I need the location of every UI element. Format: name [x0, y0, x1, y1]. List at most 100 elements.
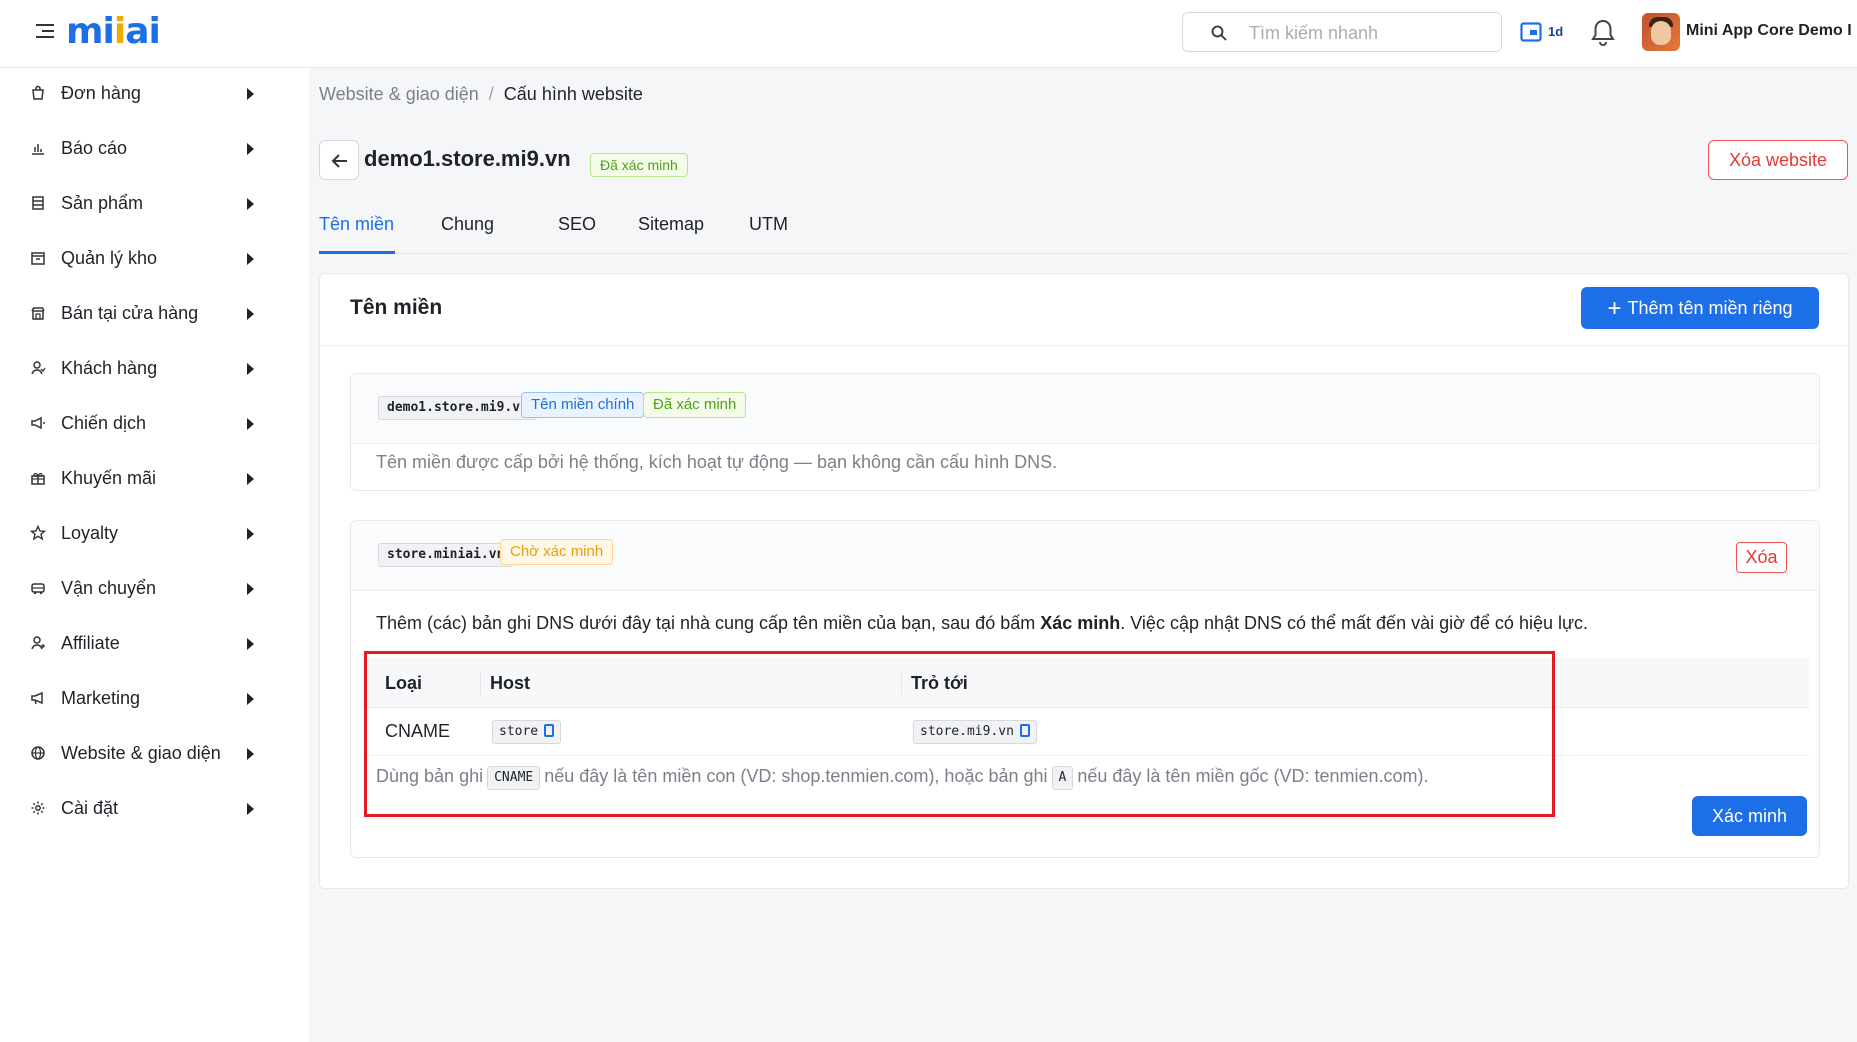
megaphone-icon	[31, 416, 45, 430]
search-input[interactable]: Tìm kiếm nhanh	[1182, 12, 1502, 52]
status-badge: Đã xác minh	[590, 153, 688, 177]
primary-domain-code: demo1.store.mi9.vn	[378, 396, 537, 420]
caret-right-icon	[247, 803, 254, 815]
tab-sitemap[interactable]: Sitemap	[638, 214, 704, 235]
sidebar-item-label: Loyalty	[61, 523, 119, 543]
add-custom-domain-button[interactable]: + Thêm tên miền riêng	[1581, 287, 1819, 329]
caret-right-icon	[247, 528, 254, 540]
sidebar-item-label: Khách hàng	[61, 358, 158, 378]
users-icon	[31, 361, 46, 375]
active-tab-indicator	[319, 251, 395, 254]
gift-icon	[31, 473, 45, 485]
caret-right-icon	[247, 363, 254, 375]
calendar-icon[interactable]	[1520, 21, 1542, 43]
caret-right-icon	[247, 583, 254, 595]
sidebar-item-affiliate[interactable]: Affiliate	[0, 618, 309, 668]
primary-domain-note: Tên miền được cấp bởi hệ thống, kích hoạ…	[376, 452, 1058, 472]
sidebar-item-label: Affiliate	[61, 633, 120, 653]
username[interactable]: Mini App Core Demo I	[1686, 22, 1852, 40]
delete-domain-button[interactable]: Xóa	[1736, 542, 1787, 573]
sidebar-item-label: Cài đặt	[61, 798, 119, 818]
dns-instruction: Thêm (các) bản ghi DNS dưới đây tại nhà …	[376, 613, 1589, 633]
warehouse-icon	[31, 252, 45, 265]
sidebar-item-qu-n-l-kho[interactable]: Quản lý kho	[0, 233, 309, 283]
tab-seo[interactable]: SEO	[558, 214, 596, 235]
sidebar-item-b-n-t-i-c-a-h-ng[interactable]: Bán tại cửa hàng	[0, 288, 309, 338]
arrow-left-icon	[331, 154, 347, 168]
sidebar-item-label: Khuyến mãi	[61, 468, 157, 488]
gear-icon	[31, 801, 45, 815]
star-icon	[30, 525, 46, 541]
tab-utm[interactable]: UTM	[749, 214, 788, 235]
page-title: demo1.store.mi9.vn	[364, 146, 571, 171]
custom-domain-code: store.miniai.vn	[378, 543, 514, 567]
tab-general[interactable]: Chung	[441, 214, 494, 235]
box-icon	[32, 196, 44, 210]
caret-right-icon	[247, 308, 254, 320]
top-bar: miiai Tìm kiếm nhanh 1d Mini App Core De…	[0, 0, 1857, 68]
sidebar-item-label: Website & giao diện	[61, 743, 221, 763]
sidebar-item-label: Báo cáo	[61, 138, 128, 158]
sidebar-item-c-i-t[interactable]: Cài đặt	[0, 783, 309, 833]
logo[interactable]: miiai	[66, 12, 161, 52]
menu-toggle-icon[interactable]	[36, 24, 54, 40]
tab-domains[interactable]: Tên miền	[319, 214, 394, 235]
custom-domain-header: store.miniai.vn Chờ xác minh Xóa	[351, 521, 1819, 591]
caret-right-icon	[247, 748, 254, 760]
truck-icon	[31, 583, 45, 595]
primary-domain-box: demo1.store.mi9.vn Tên miền chính Đã xác…	[350, 373, 1820, 491]
breadcrumb-parent[interactable]: Website & giao diện	[319, 84, 479, 104]
sidebar-item-website-giao-di-n[interactable]: Website & giao diện	[0, 728, 309, 778]
sidebar-item-label: Bán tại cửa hàng	[61, 303, 199, 323]
sidebar-item-label: Marketing	[61, 688, 141, 708]
sidebar-item-khuy-n-m-i[interactable]: Khuyến mãi	[0, 453, 309, 503]
avatar[interactable]	[1642, 13, 1680, 51]
sidebar-item-kh-ch-h-ng[interactable]: Khách hàng	[0, 343, 309, 393]
caret-right-icon	[247, 253, 254, 265]
caret-right-icon	[247, 143, 254, 155]
sidebar-item-v-n-chuy-n[interactable]: Vận chuyển	[0, 563, 309, 613]
breadcrumb: Website & giao diện / Cấu hình website	[319, 84, 643, 105]
caret-right-icon	[247, 473, 254, 485]
bag-icon	[32, 85, 44, 100]
verify-button[interactable]: Xác minh	[1692, 796, 1807, 836]
sidebar-item-b-o-c-o[interactable]: Báo cáo	[0, 123, 309, 173]
pending-badge: Chờ xác minh	[500, 539, 614, 565]
caret-right-icon	[247, 198, 254, 210]
add-custom-domain-label: Thêm tên miền riêng	[1627, 298, 1793, 318]
primary-badge: Tên miền chính	[521, 392, 645, 418]
card-header: Tên miền + Thêm tên miền riêng	[320, 274, 1848, 346]
sidebar-item-chi-n-d-ch[interactable]: Chiến dịch	[0, 398, 309, 448]
card-title: Tên miền	[350, 296, 443, 319]
caret-right-icon	[247, 88, 254, 100]
calendar-label[interactable]: 1d	[1548, 24, 1563, 39]
sidebar: Đơn hàng Báo cáo Sản phẩm Quản lý kho Bán tạ…	[0, 68, 309, 1042]
caret-right-icon	[247, 693, 254, 705]
primary-domain-header: demo1.store.mi9.vn Tên miền chính Đã xác…	[351, 374, 1819, 444]
delete-website-button[interactable]: Xóa website	[1708, 140, 1848, 180]
search-placeholder: Tìm kiếm nhanh	[1249, 23, 1379, 43]
sidebar-item-s-n-ph-m[interactable]: Sản phẩm	[0, 178, 309, 228]
affiliate-icon	[31, 636, 45, 650]
sidebar-item-loyalty[interactable]: Loyalty	[0, 508, 309, 558]
breadcrumb-separator: /	[488, 84, 494, 104]
tab-bar: Tên miền Chung SEO Sitemap UTM	[319, 206, 1849, 254]
chart-icon	[32, 144, 44, 155]
search-icon	[1211, 25, 1227, 41]
caret-right-icon	[247, 418, 254, 430]
sidebar-item-label: Quản lý kho	[61, 248, 158, 268]
sidebar-item-marketing[interactable]: Marketing	[0, 673, 309, 723]
store-icon	[31, 307, 45, 320]
bell-icon[interactable]	[1590, 18, 1616, 46]
sidebar-item-n-h-ng[interactable]: Đơn hàng	[0, 68, 309, 118]
globe-icon	[31, 746, 45, 760]
back-button[interactable]	[319, 140, 359, 180]
caret-right-icon	[247, 638, 254, 650]
plus-icon: +	[1607, 295, 1622, 322]
bullhorn-icon	[31, 691, 43, 705]
breadcrumb-current: Cấu hình website	[503, 84, 643, 104]
sidebar-item-label: Chiến dịch	[61, 413, 147, 433]
verified-badge: Đã xác minh	[643, 392, 747, 418]
sidebar-item-label: Vận chuyển	[61, 578, 157, 598]
sidebar-item-label: Sản phẩm	[61, 193, 144, 213]
